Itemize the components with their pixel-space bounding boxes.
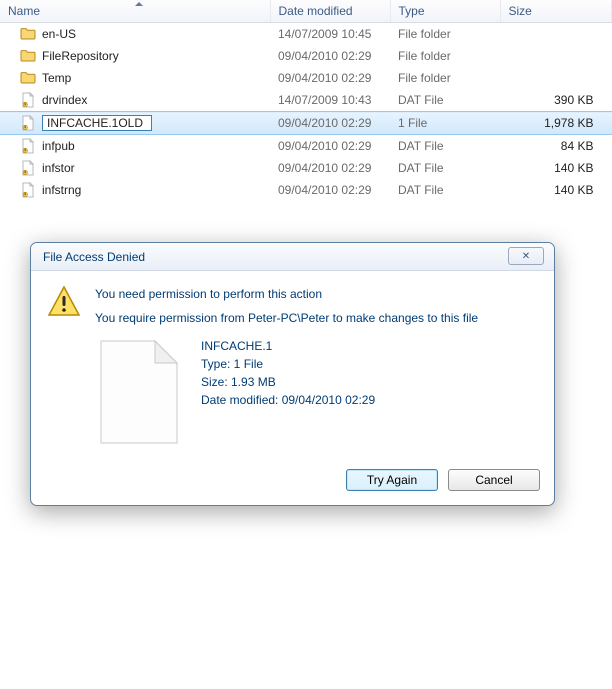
col-type[interactable]: Type	[390, 0, 500, 23]
table-row[interactable]: INFCACHE.1OLD 09/04/2010 02:291 File1,978…	[0, 112, 612, 135]
file-size-label	[500, 45, 612, 67]
file-access-denied-dialog: File Access Denied ✕ You need per	[30, 242, 555, 506]
file-type-label: File folder	[390, 45, 500, 67]
file-date: Date modified: 09/04/2010 02:29	[201, 391, 375, 409]
dialog-heading: You need permission to perform this acti…	[95, 287, 478, 301]
file-type-label: DAT File	[390, 135, 500, 158]
folder-icon	[20, 48, 36, 64]
file-name-label: Temp	[42, 71, 71, 85]
file-name-label: infpub	[42, 139, 75, 153]
file-type: Type: 1 File	[201, 355, 375, 373]
table-row[interactable]: infstor 09/04/2010 02:29DAT File140 KB	[0, 157, 612, 179]
close-icon: ✕	[522, 251, 530, 262]
table-row[interactable]: FileRepository 09/04/2010 02:29File folde…	[0, 45, 612, 67]
file-size-label: 140 KB	[500, 179, 612, 201]
file-type-label: DAT File	[390, 157, 500, 179]
try-again-button[interactable]: Try Again	[346, 469, 438, 491]
file-date-label: 09/04/2010 02:29	[270, 179, 390, 201]
file-date-label: 09/04/2010 02:29	[270, 157, 390, 179]
table-row[interactable]: infstrng 09/04/2010 02:29DAT File140 KB	[0, 179, 612, 201]
file-name-label: infstrng	[42, 183, 81, 197]
file-date-label: 14/07/2009 10:45	[270, 23, 390, 46]
file-details: INFCACHE.1 Type: 1 File Size: 1.93 MB Da…	[201, 337, 375, 447]
file-name-label: FileRepository	[42, 49, 119, 63]
close-button[interactable]: ✕	[508, 247, 544, 265]
file-type-label: File folder	[390, 67, 500, 89]
file-date-label: 09/04/2010 02:29	[270, 45, 390, 67]
file-size-label: 84 KB	[500, 135, 612, 158]
file-date-label: 09/04/2010 02:29	[270, 67, 390, 89]
file-name-label: en-US	[42, 27, 76, 41]
file-date-label: 09/04/2010 02:29	[270, 135, 390, 158]
warning-icon	[47, 285, 81, 337]
file-type-label: DAT File	[390, 179, 500, 201]
table-row[interactable]: infpub 09/04/2010 02:29DAT File84 KB	[0, 135, 612, 158]
table-row[interactable]: en-US 14/07/2009 10:45File folder	[0, 23, 612, 46]
file-type-label: File folder	[390, 23, 500, 46]
dialog-title-bar[interactable]: File Access Denied ✕	[31, 243, 554, 271]
file-type-label: DAT File	[390, 89, 500, 112]
file-icon	[20, 115, 36, 131]
file-size-label: 1,978 KB	[500, 112, 612, 135]
cancel-button[interactable]: Cancel	[448, 469, 540, 491]
file-size-label: 140 KB	[500, 157, 612, 179]
file-size: Size: 1.93 MB	[201, 373, 375, 391]
file-list: Name Date modified Type Size en-US 14/07/…	[0, 0, 612, 201]
file-size-label: 390 KB	[500, 89, 612, 112]
file-icon	[20, 182, 36, 198]
file-name-label: infstor	[42, 161, 75, 175]
rename-input[interactable]: INFCACHE.1OLD	[42, 115, 152, 131]
file-type-label: 1 File	[390, 112, 500, 135]
file-icon	[20, 138, 36, 154]
file-thumbnail-icon	[95, 337, 183, 447]
file-icon	[20, 160, 36, 176]
file-icon	[20, 92, 36, 108]
col-size[interactable]: Size	[500, 0, 612, 23]
file-date-label: 14/07/2009 10:43	[270, 89, 390, 112]
file-date-label: 09/04/2010 02:29	[270, 112, 390, 135]
col-name[interactable]: Name	[0, 0, 270, 23]
dialog-message: You require permission from Peter-PC\Pet…	[95, 311, 478, 325]
file-name-label: drvindex	[42, 93, 87, 107]
file-name: INFCACHE.1	[201, 337, 375, 355]
folder-icon	[20, 26, 36, 42]
file-size-label	[500, 67, 612, 89]
folder-icon	[20, 70, 36, 86]
col-date[interactable]: Date modified	[270, 0, 390, 23]
dialog-title-text: File Access Denied	[43, 250, 145, 264]
table-row[interactable]: drvindex 14/07/2009 10:43DAT File390 KB	[0, 89, 612, 112]
table-row[interactable]: Temp 09/04/2010 02:29File folder	[0, 67, 612, 89]
file-size-label	[500, 23, 612, 46]
